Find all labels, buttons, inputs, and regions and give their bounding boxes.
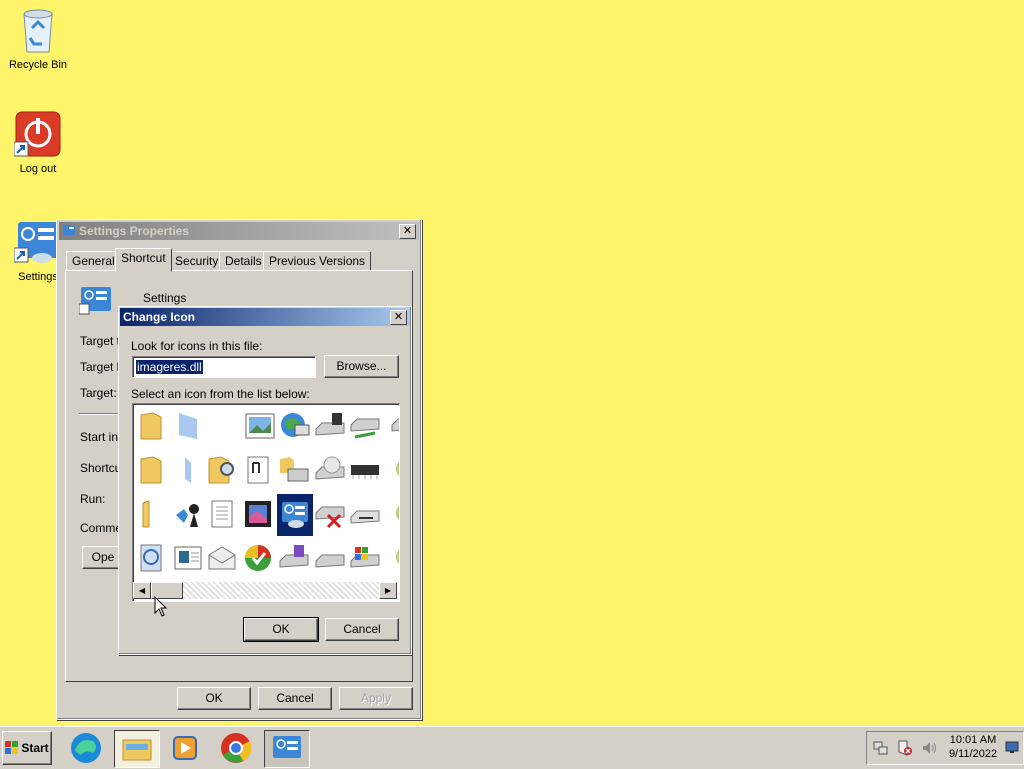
- desktop-icon-label: Recycle Bin: [8, 59, 68, 71]
- settings-app-icon: [13, 222, 60, 263]
- browse-button[interactable]: Browse...: [324, 355, 399, 378]
- file-path-input[interactable]: imageres.dll: [132, 356, 316, 378]
- tab-label: Details: [225, 254, 262, 268]
- dialog-cancel-button[interactable]: Cancel: [325, 618, 399, 641]
- button-label: Apply: [360, 691, 392, 705]
- scroll-left-button[interactable]: ◀: [133, 582, 151, 599]
- show-desktop-icon[interactable]: [1005, 740, 1019, 754]
- window-icon[interactable]: [171, 540, 205, 576]
- search-document-icon[interactable]: [135, 540, 169, 576]
- properties-titlebar[interactable]: Settings Properties ✕: [59, 222, 419, 240]
- scroll-right-button[interactable]: ▶: [379, 582, 397, 599]
- dialog-title: Change Icon: [123, 310, 196, 324]
- ok-button[interactable]: OK: [177, 687, 251, 710]
- cancel-button[interactable]: Cancel: [258, 687, 332, 710]
- tab-label: Previous Versions: [269, 254, 366, 268]
- settings-app-icon[interactable]: [277, 494, 313, 536]
- desktop-icon-label: Log out: [19, 163, 57, 175]
- horizontal-scrollbar[interactable]: ◀ ▶: [133, 582, 397, 599]
- start-label: Start: [21, 741, 49, 755]
- picture-icon[interactable]: [243, 408, 277, 444]
- start-button[interactable]: Start: [2, 731, 52, 765]
- desktop-icon-recycle-bin[interactable]: Recycle Bin: [0, 6, 76, 71]
- folder-icon[interactable]: [135, 408, 169, 444]
- windows-logo-icon: [5, 741, 19, 754]
- tab-label: Security: [175, 254, 219, 268]
- tab-previous-versions[interactable]: Previous Versions: [263, 251, 372, 271]
- dialog-ok-button[interactable]: OK: [243, 617, 319, 642]
- cd-drive-icon[interactable]: [313, 452, 347, 488]
- tab-shortcut[interactable]: Shortcut: [115, 248, 172, 272]
- button-label: OK: [205, 691, 223, 705]
- clock-time: 10:01 AM: [949, 734, 997, 746]
- windows-drive-icon[interactable]: [348, 540, 382, 576]
- blank-document-icon[interactable]: [171, 452, 205, 488]
- media-player-icon[interactable]: [163, 730, 207, 766]
- removable-drive-icon[interactable]: [348, 496, 382, 532]
- folder-search-icon[interactable]: [205, 452, 239, 488]
- drive-icon[interactable]: [383, 408, 399, 444]
- start-in-label: Start in:: [80, 430, 122, 444]
- chrome-icon[interactable]: [214, 730, 258, 766]
- network-globe-icon[interactable]: [278, 408, 312, 444]
- network-icon[interactable]: [873, 740, 889, 756]
- edge-icon[interactable]: [64, 730, 108, 766]
- floppy-drive-icon[interactable]: [277, 540, 311, 576]
- run-label: Run:: [80, 492, 106, 506]
- dvd-drive-icon[interactable]: [383, 540, 399, 576]
- dialog-titlebar[interactable]: Change Icon ✕: [120, 308, 410, 326]
- memory-chip-icon[interactable]: [348, 452, 382, 488]
- printer-folder-icon[interactable]: [277, 452, 311, 488]
- power-icon: [13, 111, 61, 157]
- button-label: Cancel: [276, 691, 314, 705]
- mouse-cursor-icon: [154, 596, 168, 617]
- list-label: Select an icon from the list below:: [131, 387, 310, 401]
- button-label: Ope: [91, 550, 115, 564]
- games-icon[interactable]: [171, 496, 205, 532]
- drive-remove-icon[interactable]: [313, 496, 347, 532]
- clock-date: 9/11/2022: [948, 748, 998, 760]
- dvd-drive-icon[interactable]: [383, 496, 399, 532]
- file-path-value: imageres.dll: [136, 360, 203, 374]
- tab-details[interactable]: Details: [219, 251, 268, 271]
- apply-button[interactable]: Apply: [339, 687, 413, 710]
- hard-drive-icon[interactable]: [313, 540, 347, 576]
- button-label: Browse...: [336, 359, 387, 373]
- settings-app-icon: [79, 287, 111, 315]
- close-button[interactable]: ✕: [399, 223, 416, 239]
- target-label: Target:: [80, 386, 117, 400]
- file-explorer-icon[interactable]: [114, 730, 160, 768]
- settings-app-icon: [63, 225, 75, 235]
- mail-icon[interactable]: [205, 540, 239, 576]
- desktop-icon-log-out[interactable]: Log out: [0, 110, 76, 175]
- text-document-icon[interactable]: [205, 496, 239, 532]
- clock[interactable]: 10:01 AM 9/11/2022: [945, 733, 1001, 761]
- shortcut-name: Settings: [143, 291, 187, 305]
- action-center-warning-icon[interactable]: [897, 740, 913, 756]
- drive-lock-icon[interactable]: [313, 408, 347, 444]
- settings-app-icon[interactable]: [264, 730, 310, 768]
- button-label: Cancel: [343, 622, 381, 636]
- close-button[interactable]: ✕: [390, 309, 407, 325]
- tab-general[interactable]: General: [66, 251, 121, 271]
- folder-icon[interactable]: [135, 496, 169, 532]
- file-label: Look for icons in this file:: [131, 339, 263, 353]
- blank-document-icon[interactable]: [171, 408, 205, 444]
- tab-label: Shortcut: [121, 251, 166, 265]
- dvd-drive-icon[interactable]: [383, 452, 399, 488]
- icon-list[interactable]: ◀ ▶: [132, 403, 400, 602]
- window-title: Settings Properties: [79, 224, 190, 238]
- button-label: OK: [272, 622, 290, 636]
- video-file-icon[interactable]: [241, 496, 275, 532]
- system-tray: 10:01 AM 9/11/2022: [866, 731, 1024, 765]
- music-document-icon[interactable]: [241, 452, 275, 488]
- tab-label: General: [72, 254, 115, 268]
- network-drive-icon[interactable]: [348, 408, 382, 444]
- folder-icon[interactable]: [135, 452, 169, 488]
- tab-security[interactable]: Security: [169, 251, 225, 271]
- security-shield-icon[interactable]: [241, 540, 275, 576]
- recycle-bin-icon: [23, 9, 53, 53]
- taskbar: Start 10:01 AM 9/11/2022: [0, 726, 1024, 769]
- volume-icon[interactable]: [921, 740, 937, 756]
